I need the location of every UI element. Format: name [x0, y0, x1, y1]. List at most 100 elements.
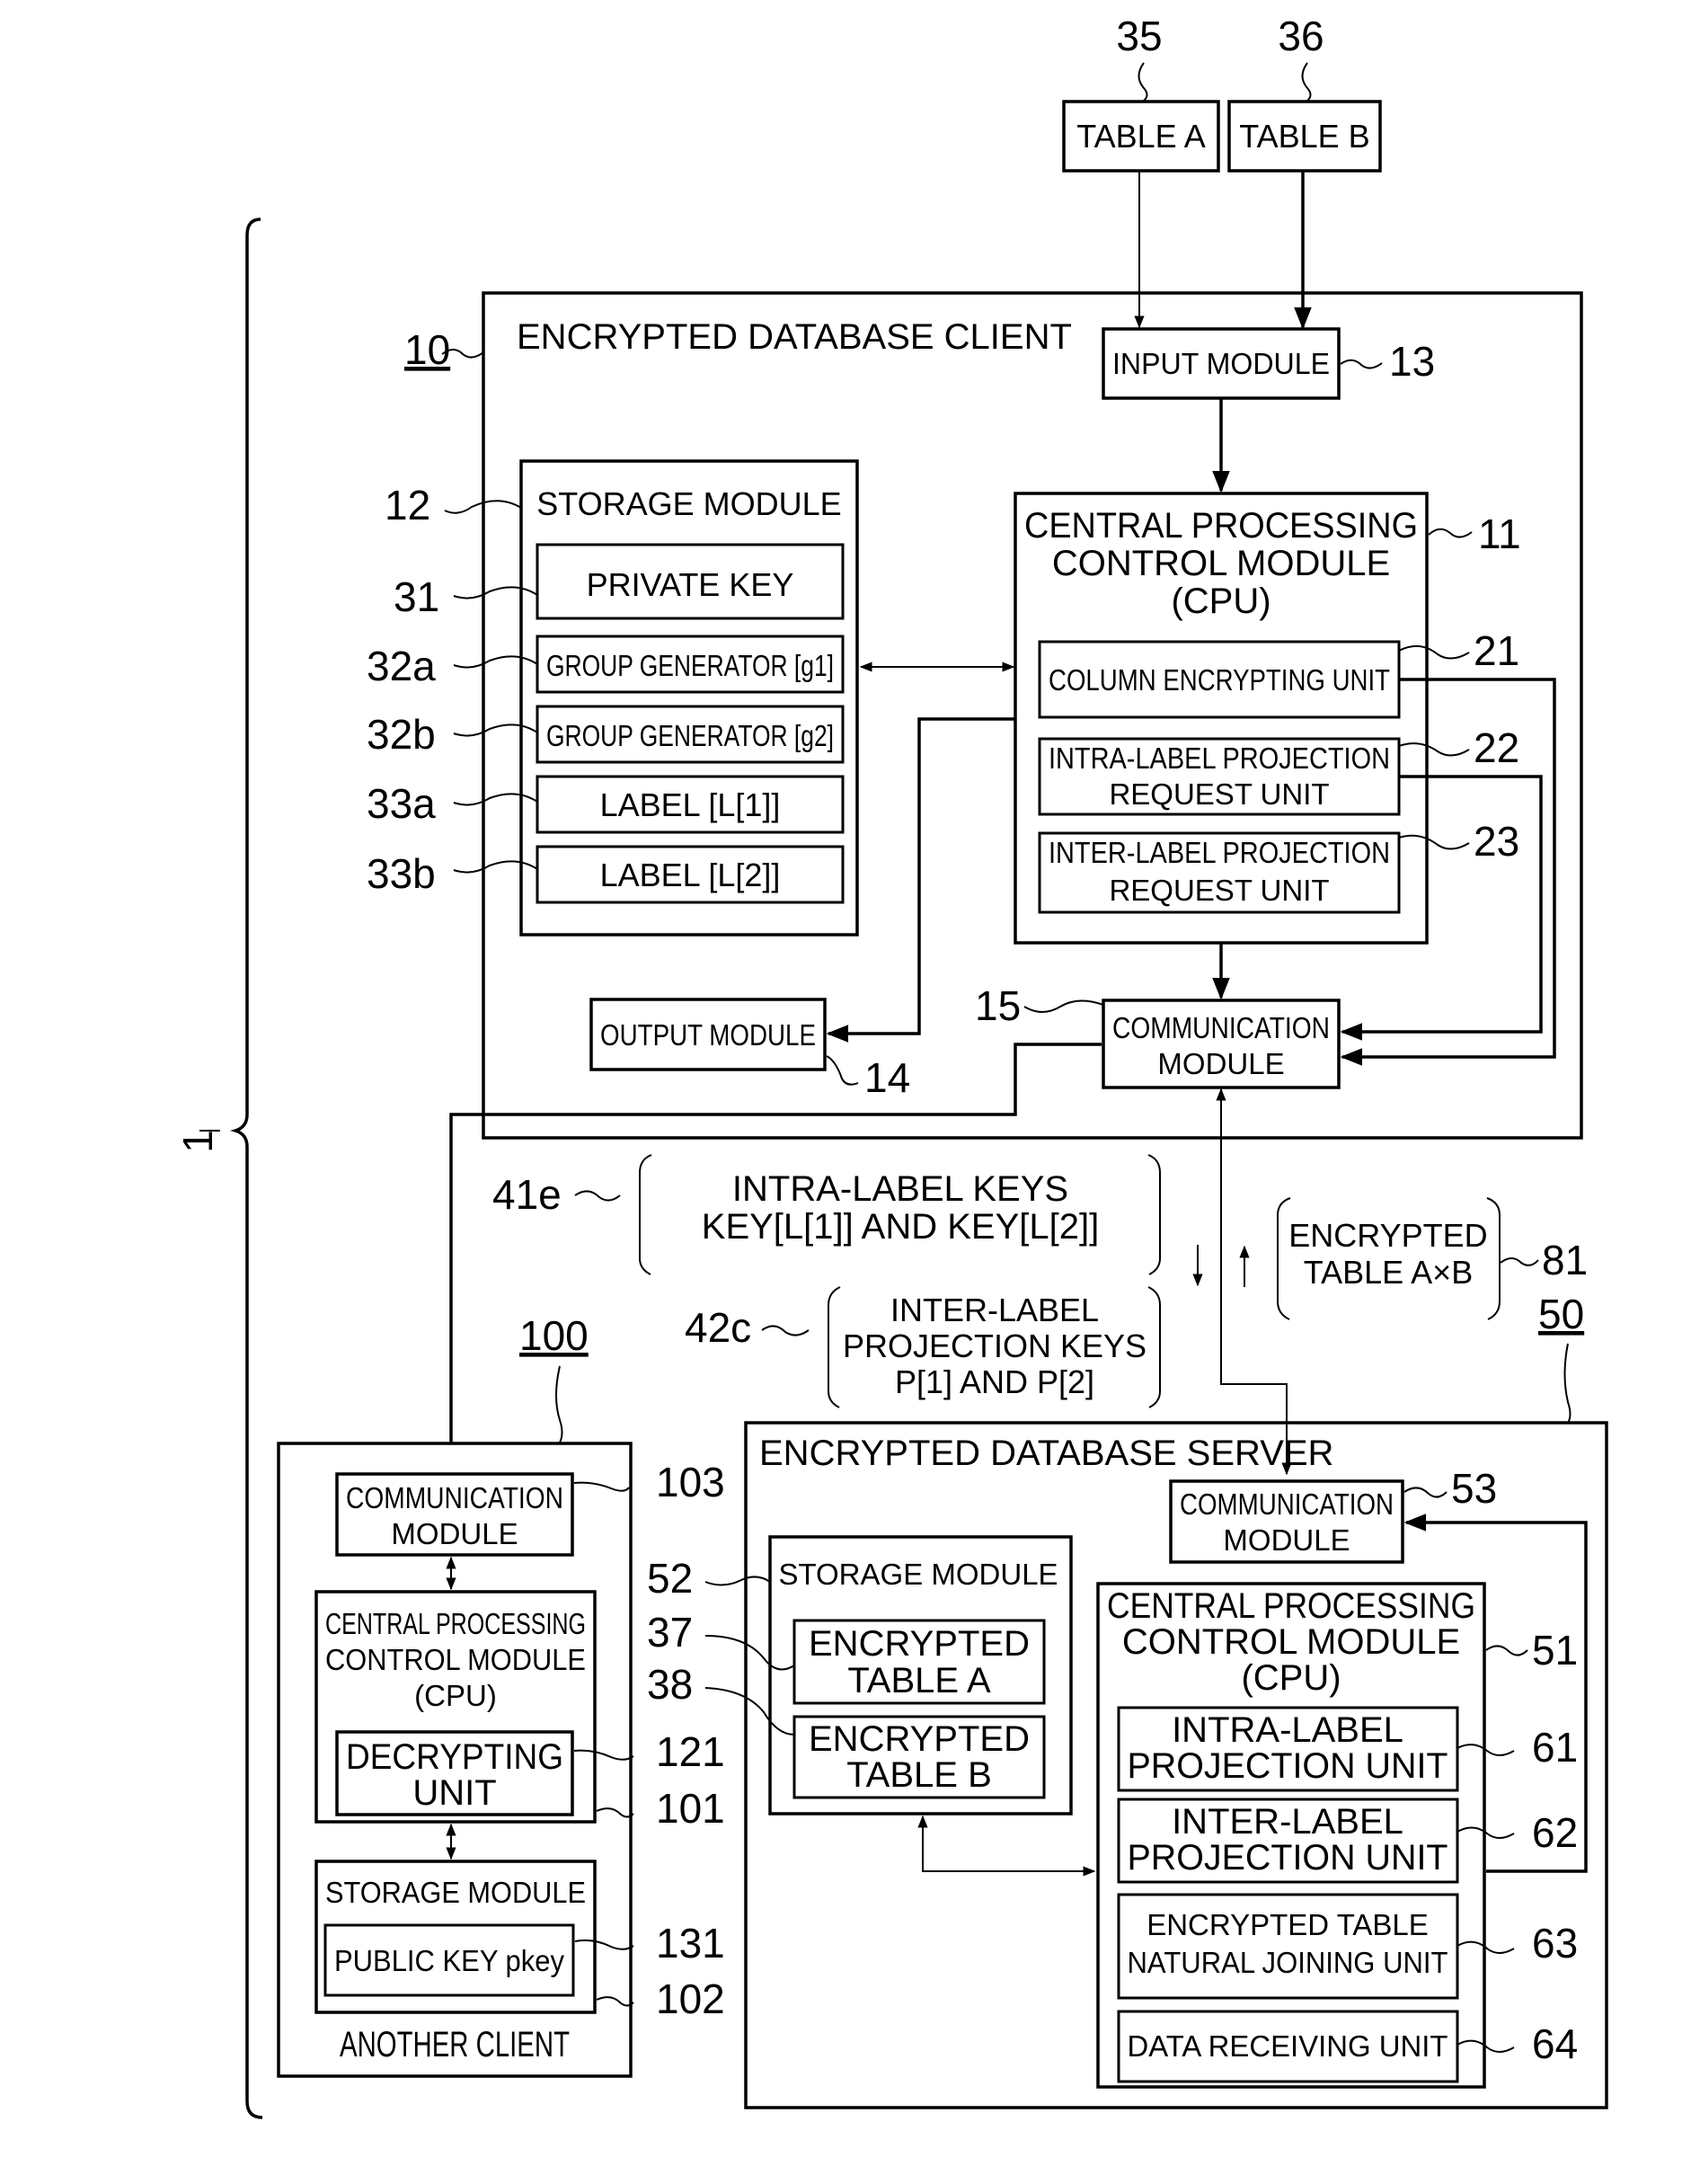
ref-102: 102 [656, 1975, 725, 2022]
table-b-label: TABLE B [1239, 118, 1369, 155]
intra-proj-line-1: INTRA-LABEL [1172, 1710, 1403, 1750]
inter-proj-line-2: PROJECTION UNIT [1128, 1838, 1448, 1878]
table-b-input: 36 TABLE B [1227, 13, 1382, 173]
ref-10: 10 [404, 326, 450, 373]
intra-request-line-2: REQUEST UNIT [1109, 777, 1329, 811]
ref-62: 62 [1532, 1809, 1578, 1856]
ref-35: 35 [1116, 13, 1162, 59]
client-title: ENCRYPTED DATABASE CLIENT [517, 317, 1072, 357]
client-comm-line-2: MODULE [1157, 1047, 1284, 1080]
intra-proj-line-2: PROJECTION UNIT [1128, 1746, 1448, 1786]
system-ref: 1 [174, 1130, 221, 1153]
ref-21: 21 [1474, 627, 1519, 674]
server-comm-line-2: MODULE [1223, 1523, 1350, 1557]
client-storage-label: STORAGE MODULE [536, 485, 841, 522]
enc-table-b-line-1: ENCRYPTED [809, 1719, 1030, 1759]
arrow-server-storage-cpu [917, 1815, 1096, 1877]
ref-131: 131 [656, 1920, 725, 1966]
natural-join-line-1: ENCRYPTED TABLE [1147, 1908, 1429, 1941]
table-a-label: TABLE A [1076, 118, 1205, 155]
ref-32a: 32a [367, 643, 436, 689]
ref-36: 36 [1278, 13, 1324, 59]
ref-12: 12 [385, 482, 430, 528]
another-client-title: ANOTHER CLIENT [340, 2025, 570, 2064]
inter-request-line-2: REQUEST UNIT [1109, 874, 1329, 907]
inter-proj-line-1: INTER-LABEL [1172, 1802, 1403, 1842]
ref-103: 103 [656, 1459, 725, 1505]
column-encrypting-unit-label: COLUMN ENCRYPTING UNIT [1049, 663, 1390, 697]
another-cpu-line-1: CENTRAL PROCESSING [325, 1607, 586, 1640]
ref-14: 14 [864, 1054, 910, 1101]
enc-table-a-line-2: TABLE A [847, 1661, 991, 1700]
message-inter-label-keys: 42c INTER-LABEL PROJECTION KEYS P[1] AND… [685, 1286, 1161, 1408]
client-cpu-line-2: CONTROL MODULE [1052, 544, 1390, 583]
ref-32b: 32b [367, 711, 436, 758]
another-comm-line-2: MODULE [391, 1517, 518, 1550]
decrypting-line-2: UNIT [412, 1773, 496, 1813]
inter-request-line-1: INTER-LABEL PROJECTION [1049, 836, 1390, 869]
another-storage-label: STORAGE MODULE [325, 1876, 586, 1909]
block-diagram: 1 35 TABLE A 36 TABLE B 10 ENCRYPTED DAT… [174, 13, 1608, 2119]
encrypted-database-client: 10 ENCRYPTED DATABASE CLIENT INPUT MODUL… [367, 291, 1583, 1140]
output-module-label: OUTPUT MODULE [600, 1018, 816, 1052]
private-key-label: PRIVATE KEY [587, 566, 794, 603]
intra-keys-line-2: KEY[L[1]] AND KEY[L[2]] [702, 1207, 1099, 1247]
ref-63: 63 [1532, 1920, 1578, 1966]
ref-41e: 41e [492, 1171, 562, 1218]
ref-38: 38 [647, 1661, 693, 1708]
server-cpu-line-1: CENTRAL PROCESSING [1107, 1586, 1475, 1626]
client-cpu-line-1: CENTRAL PROCESSING [1024, 506, 1418, 546]
axb-line-1: ENCRYPTED [1288, 1217, 1487, 1254]
ref-42c: 42c [685, 1304, 751, 1351]
ref-61: 61 [1532, 1724, 1578, 1771]
server-storage-label: STORAGE MODULE [778, 1558, 1058, 1591]
decrypting-line-1: DECRYPTING [346, 1737, 563, 1777]
input-module-label: INPUT MODULE [1112, 347, 1330, 380]
client-comm-line-1: COMMUNICATION [1112, 1011, 1330, 1044]
server-cpu-line-2: CONTROL MODULE [1122, 1622, 1460, 1662]
ref-33b: 33b [367, 850, 436, 897]
inter-keys-line-1: INTER-LABEL [890, 1292, 1099, 1328]
server-title: ENCRYPTED DATABASE SERVER [759, 1434, 1333, 1473]
server-comm-line-1: COMMUNICATION [1180, 1487, 1394, 1521]
server-cpu-line-3: (CPU) [1241, 1658, 1341, 1698]
enc-table-a-line-1: ENCRYPTED [809, 1624, 1030, 1664]
ref-100: 100 [519, 1312, 589, 1359]
ref-37: 37 [647, 1609, 693, 1656]
ref-33a: 33a [367, 780, 436, 827]
arrow-client-to-another-client [442, 1043, 1102, 1469]
ref-23: 23 [1474, 818, 1519, 865]
ref-50: 50 [1538, 1291, 1584, 1337]
ref-11: 11 [1478, 510, 1521, 557]
label-l1-label: LABEL [L[1]] [600, 786, 781, 823]
ref-64: 64 [1532, 2020, 1578, 2067]
another-cpu-line-2: CONTROL MODULE [325, 1643, 586, 1676]
ref-101: 101 [656, 1785, 725, 1832]
natural-join-line-2: NATURAL JOINING UNIT [1128, 1946, 1448, 1979]
encrypted-database-server: 50 ENCRYPTED DATABASE SERVER COMMUNICATI… [647, 1291, 1608, 2109]
another-comm-line-1: COMMUNICATION [346, 1481, 563, 1514]
ref-22: 22 [1474, 724, 1519, 771]
ref-51: 51 [1532, 1627, 1578, 1674]
label-l2-label: LABEL [L[2]] [600, 857, 781, 893]
ref-15: 15 [975, 982, 1021, 1029]
client-cpu-line-3: (CPU) [1171, 582, 1270, 621]
enc-table-b-line-2: TABLE B [846, 1755, 992, 1795]
ref-13: 13 [1389, 338, 1435, 385]
another-cpu-line-3: (CPU) [414, 1679, 497, 1712]
message-intra-label-keys: 41e INTRA-LABEL KEYS KEY[L[1]] AND KEY[L… [492, 1154, 1161, 1275]
ref-52: 52 [647, 1555, 693, 1602]
data-receiving-label: DATA RECEIVING UNIT [1128, 2029, 1448, 2063]
ref-53: 53 [1451, 1465, 1497, 1512]
intra-keys-line-1: INTRA-LABEL KEYS [732, 1169, 1068, 1209]
inter-keys-line-2: PROJECTION KEYS [843, 1327, 1147, 1364]
inter-keys-line-3: P[1] AND P[2] [895, 1363, 1094, 1400]
ref-121: 121 [656, 1728, 725, 1775]
system-brace: 1 [174, 218, 263, 2119]
group-generator-g2-label: GROUP GENERATOR [g2] [546, 719, 834, 752]
table-a-input: 35 TABLE A [1062, 13, 1220, 173]
intra-request-line-1: INTRA-LABEL PROJECTION [1049, 741, 1390, 775]
ref-31: 31 [394, 573, 439, 620]
public-key-label: PUBLIC KEY pkey [334, 1944, 564, 1977]
ref-81: 81 [1542, 1237, 1588, 1283]
